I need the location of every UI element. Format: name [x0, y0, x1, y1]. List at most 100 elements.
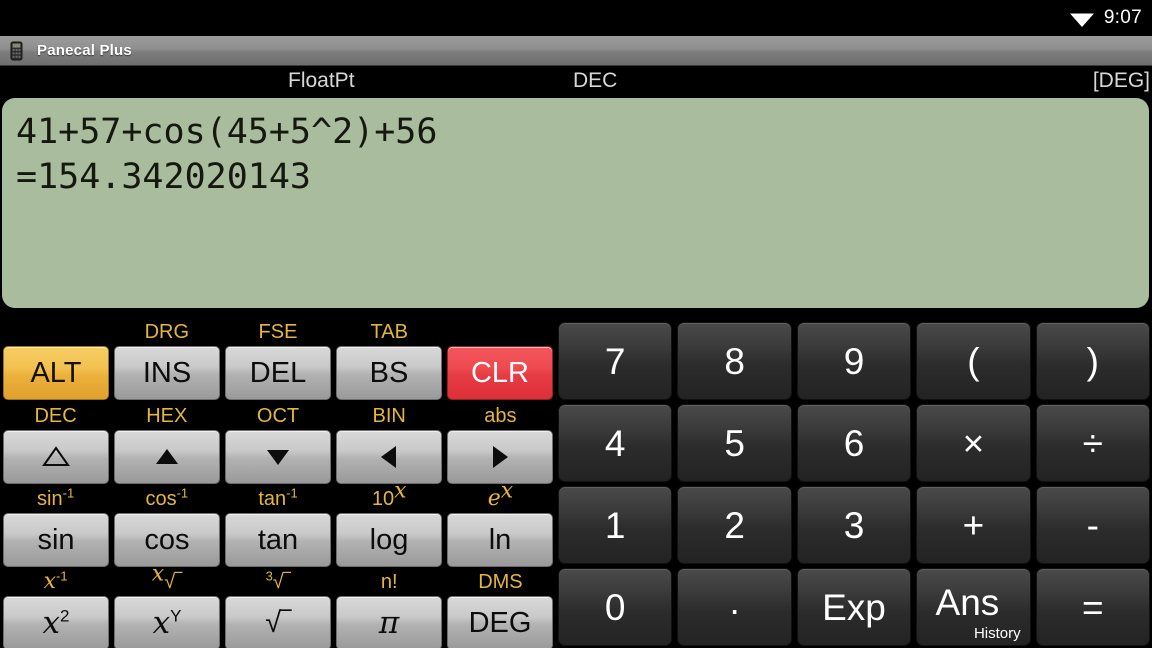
x-squared-glyph: x2 — [42, 604, 70, 641]
arcsin-base: sin — [37, 488, 63, 510]
decimal-point-glyph: . — [729, 580, 740, 622]
shift-label-e-power-x: ex — [445, 480, 556, 515]
shift-label-dms: DMS — [478, 571, 523, 593]
calculator-display[interactable]: 41+57+cos(45+5^2)+56 =154.342020143 — [2, 98, 1149, 308]
alt-key[interactable]: ALT — [3, 346, 109, 400]
sin-key[interactable]: sin — [3, 513, 109, 567]
bs-key[interactable]: BS — [336, 346, 442, 400]
shift-label-hex: HEX — [146, 405, 188, 427]
shift-label-arccos: cos-1 — [111, 485, 222, 515]
numeric-row-1: 7 8 9 ( ) — [556, 322, 1152, 400]
shift-label-ten-power-x: 10x — [334, 480, 445, 515]
arctan-sup: -1 — [286, 485, 298, 501]
number-base-label[interactable]: DEC — [573, 69, 617, 93]
pi-glyph: π — [378, 604, 400, 641]
display-expression: 41+57+cos(45+5^2)+56 — [16, 112, 438, 152]
x-inv-base: x — [43, 569, 57, 594]
decimal-point-key[interactable]: . — [677, 568, 792, 646]
triangle-right-glyph — [493, 446, 508, 468]
digit-2-key[interactable]: 2 — [677, 486, 792, 564]
e-base: e — [487, 486, 501, 511]
digit-5-key[interactable]: 5 — [677, 404, 792, 482]
ten-sup: x — [394, 478, 407, 504]
ln-key[interactable]: ln — [447, 513, 553, 567]
x-squared-key[interactable]: x2 — [3, 596, 109, 648]
key-row-2 — [0, 430, 556, 484]
shift-label-row-1: DRG FSE TAB — [0, 318, 556, 348]
equals-key[interactable]: = — [1035, 568, 1151, 646]
title-bar: Panecal Plus — [0, 36, 1152, 66]
angle-unit-label[interactable]: [DEG] — [1093, 69, 1150, 93]
function-keypad-row-3: sin-1 cos-1 tan-1 10x ex sin cos tan log… — [0, 480, 556, 568]
left-paren-key[interactable]: ( — [916, 322, 1031, 400]
right-paren-key[interactable]: ) — [1035, 322, 1151, 400]
cos-key[interactable]: cos — [114, 513, 220, 567]
log-key[interactable]: log — [336, 513, 442, 567]
shift-label-arctan: tan-1 — [222, 485, 333, 515]
digit-7-key[interactable]: 7 — [558, 322, 673, 400]
arcsin-sup: -1 — [62, 485, 75, 501]
divide-key[interactable]: ÷ — [1035, 404, 1151, 482]
numeric-row-4: 0 . Exp Ans History = — [556, 568, 1152, 646]
x-root-glyph: √‾ — [164, 571, 182, 593]
display-result: =154.342020143 — [16, 157, 312, 197]
wifi-icon — [1069, 13, 1094, 27]
numeric-row-2: 4 5 6 × ÷ — [556, 404, 1152, 482]
arctan-base: tan — [258, 488, 287, 510]
x-root-index: x — [151, 561, 165, 587]
triangle-outline-up-icon[interactable] — [3, 430, 109, 484]
plus-key[interactable]: + — [916, 486, 1031, 564]
arccos-base: cos — [145, 488, 177, 510]
triangle-down-glyph — [267, 450, 289, 465]
e-sup: x — [500, 478, 514, 504]
digit-1-key[interactable]: 1 — [558, 486, 673, 564]
function-keypad-row-4: x-1 x√‾ 3√‾ n! DMS x2 xY √‾ π DEG — [0, 563, 556, 648]
status-bar: 9:07 — [0, 0, 1152, 36]
x-power-y-glyph: xY — [152, 604, 182, 641]
digit-9-key[interactable]: 9 — [796, 322, 912, 400]
ans-key-label: Ans — [935, 581, 1000, 623]
deg-key[interactable]: DEG — [447, 596, 553, 648]
shift-label-x-inverse: x-1 — [0, 568, 111, 598]
key-row-1: ALT INS DEL BS CLR — [0, 346, 556, 400]
tan-key[interactable]: tan — [225, 513, 331, 567]
triangle-down-icon[interactable] — [225, 430, 331, 484]
multiply-key[interactable]: × — [916, 404, 1031, 482]
x-inv-sup: -1 — [56, 568, 68, 584]
shift-label-dec: DEC — [34, 405, 77, 427]
triangle-left-icon[interactable] — [336, 430, 442, 484]
minus-key[interactable]: - — [1035, 486, 1151, 564]
shift-label-x-root: x√‾ — [111, 563, 222, 598]
shift-label-factorial: n! — [380, 571, 398, 593]
ins-key[interactable]: INS — [114, 346, 220, 400]
digit-6-key[interactable]: 6 — [796, 404, 912, 482]
del-key[interactable]: DEL — [225, 346, 331, 400]
shift-label-row-2: DEC HEX OCT BIN abs — [0, 402, 556, 432]
shift-label-blank-1 — [0, 318, 111, 348]
exp-key[interactable]: Exp — [796, 568, 912, 646]
shift-label-row-4: x-1 x√‾ 3√‾ n! DMS — [0, 563, 556, 598]
digit-8-key[interactable]: 8 — [677, 322, 792, 400]
x-power-y-key[interactable]: xY — [114, 596, 220, 648]
digit-3-key[interactable]: 3 — [796, 486, 912, 564]
key-row-4: x2 xY √‾ π DEG — [0, 596, 556, 648]
notation-mode-label[interactable]: FloatPt — [288, 69, 355, 93]
function-keypad: DRG FSE TAB ALT INS DEL BS CLR DEC HEX O… — [0, 310, 556, 648]
shift-label-tab: TAB — [370, 321, 408, 343]
triangle-left-glyph — [381, 446, 396, 468]
square-root-key[interactable]: √‾ — [225, 596, 331, 648]
shift-label-blank-2 — [445, 318, 556, 348]
clr-key[interactable]: CLR — [447, 346, 553, 400]
shift-label-bin: BIN — [372, 405, 406, 427]
ans-key[interactable]: Ans History — [916, 568, 1031, 646]
ten-base: 10 — [371, 488, 395, 510]
digit-4-key[interactable]: 4 — [558, 404, 673, 482]
key-row-3: sin cos tan log ln — [0, 513, 556, 567]
triangle-outline-up-glyph — [42, 446, 70, 466]
triangle-right-icon[interactable] — [447, 430, 553, 484]
triangle-up-icon[interactable] — [114, 430, 220, 484]
shift-label-abs: abs — [484, 405, 517, 427]
digit-0-key[interactable]: 0 — [558, 568, 673, 646]
numeric-keypad: 7 8 9 ( ) 4 5 6 × ÷ 1 2 3 + - 0 . Exp An… — [556, 318, 1152, 648]
pi-key[interactable]: π — [336, 596, 442, 648]
